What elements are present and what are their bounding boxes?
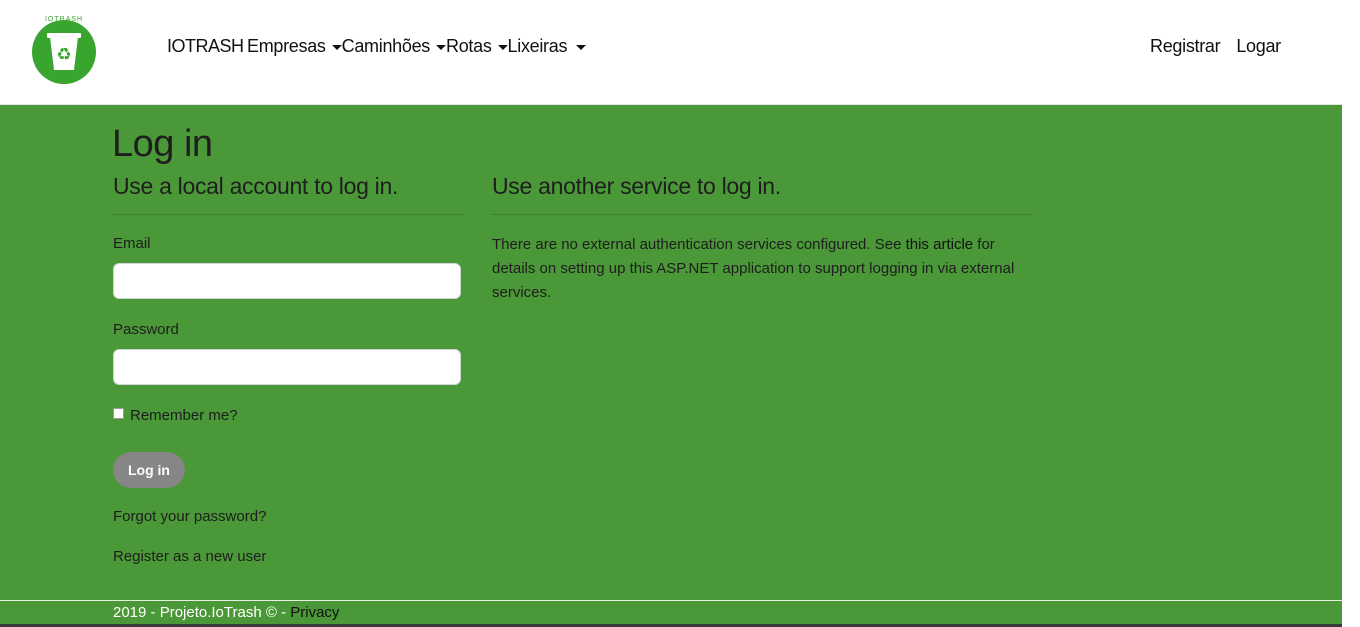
main-content: Log in Use a local account to log in. Em… — [0, 105, 1342, 627]
register-nav-link[interactable]: Registrar — [1150, 36, 1221, 57]
account-links: Registrar Logar — [1150, 36, 1281, 57]
brand-link[interactable]: IOTRASH — [167, 36, 244, 57]
password-label: Password — [113, 321, 179, 338]
local-section-divider — [113, 214, 463, 215]
caret-down-icon — [497, 45, 508, 50]
menu-lixeiras-label: Lixeiras — [507, 36, 568, 56]
local-account-heading: Use a local account to log in. — [113, 173, 399, 199]
recycle-bin-logo-icon[interactable]: IOTRASH ♻ — [28, 12, 100, 84]
footer: 2019 - Projeto.IoTrash © - Privacy — [113, 604, 339, 621]
menu-empresas[interactable]: Empresas — [247, 36, 342, 57]
this-article-link[interactable]: this article — [906, 236, 974, 253]
footer-copyright: 2019 - Projeto.IoTrash © - — [113, 604, 287, 621]
menu-rotas-label: Rotas — [446, 36, 492, 56]
caret-down-icon — [331, 45, 342, 50]
menu-empresas-label: Empresas — [247, 36, 326, 56]
login-submit-button[interactable]: Log in — [113, 452, 185, 488]
caret-down-icon — [436, 45, 446, 50]
svg-text:IOTRASH: IOTRASH — [45, 16, 83, 23]
svg-text:♻: ♻ — [56, 45, 71, 65]
menu-caminhoes[interactable]: Caminhões — [342, 36, 446, 57]
page-title: Log in — [112, 123, 213, 165]
top-navbar: IOTRASH ♻ IOTRASH Empresas Caminhões Rot… — [0, 0, 1342, 105]
main-menu: Empresas Caminhões Rotas Lixeiras — [247, 36, 587, 57]
menu-caminhoes-label: Caminhões — [341, 36, 431, 56]
external-section-divider — [492, 214, 1032, 215]
external-service-heading: Use another service to log in. — [492, 173, 781, 199]
email-field[interactable] — [113, 263, 461, 299]
privacy-link[interactable]: Privacy — [290, 604, 339, 621]
password-field[interactable] — [113, 349, 461, 385]
scrollbar-track[interactable] — [1342, 0, 1360, 627]
remember-me-label[interactable]: Remember me? — [130, 407, 238, 424]
menu-rotas[interactable]: Rotas — [446, 36, 508, 57]
footer-divider — [0, 600, 1342, 601]
caret-down-icon — [576, 45, 587, 50]
menu-lixeiras[interactable]: Lixeiras — [508, 36, 587, 57]
email-label: Email — [113, 235, 151, 252]
login-nav-link[interactable]: Logar — [1236, 36, 1281, 57]
forgot-password-link[interactable]: Forgot your password? — [113, 508, 266, 525]
external-text-before: There are no external authentication ser… — [492, 236, 902, 253]
remember-me-checkbox[interactable] — [113, 408, 124, 419]
register-new-user-link[interactable]: Register as a new user — [113, 548, 266, 565]
external-auth-message: There are no external authentication ser… — [492, 233, 1032, 305]
